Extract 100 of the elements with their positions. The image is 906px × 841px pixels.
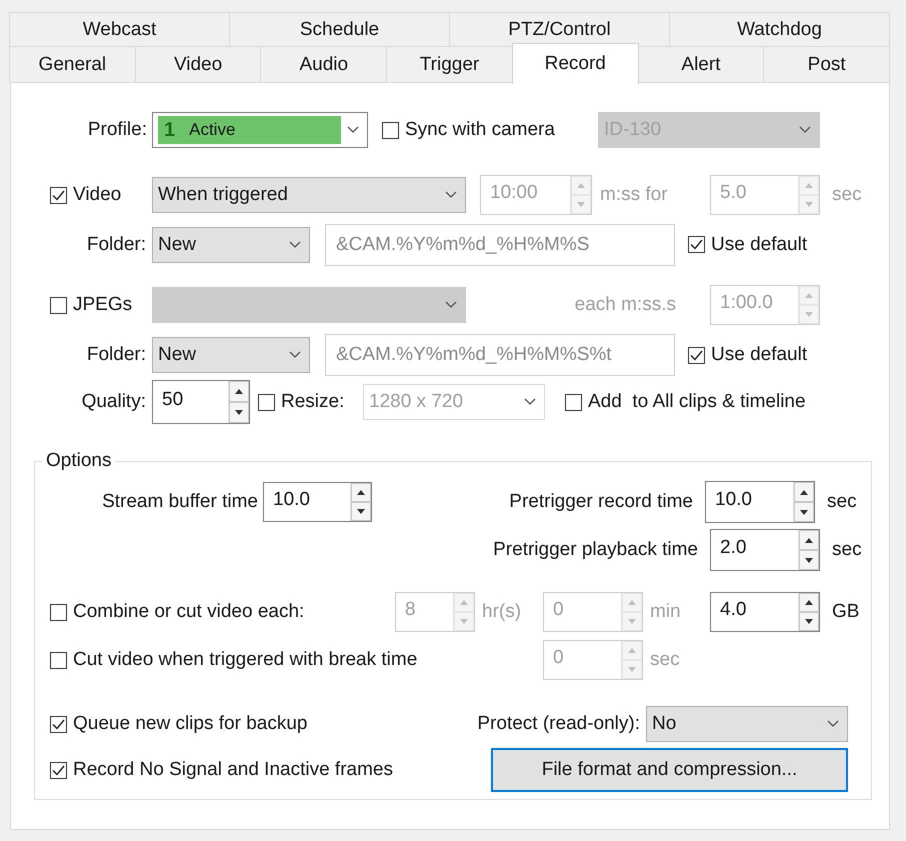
up-arrow-icon — [805, 293, 813, 298]
group-title: Options — [45, 450, 112, 472]
chevron-down-icon — [445, 191, 457, 199]
chevron-down-icon — [289, 351, 301, 359]
up-arrow-icon — [460, 600, 468, 605]
dropdown[interactable]: When triggered — [152, 177, 466, 213]
spin-down-button[interactable] — [799, 550, 819, 570]
checkbox[interactable] — [565, 394, 582, 410]
checkbox[interactable] — [50, 762, 67, 778]
check-icon — [52, 190, 65, 200]
down-arrow-icon — [805, 619, 813, 624]
dropdown[interactable]: No — [646, 706, 848, 742]
checkbox[interactable] — [688, 346, 705, 364]
up-arrow-icon — [628, 600, 636, 605]
spin-up-button[interactable] — [794, 482, 814, 502]
tab[interactable]: Post — [763, 46, 890, 82]
checkbox[interactable] — [50, 296, 67, 314]
field-label: sec — [650, 649, 680, 671]
profile-dropdown[interactable]: 1 Active — [152, 112, 368, 148]
up-arrow-icon — [235, 389, 243, 394]
checkbox-label[interactable]: Resize: — [281, 391, 344, 413]
up-arrow-icon — [805, 183, 813, 188]
down-arrow-icon — [805, 202, 813, 207]
checkbox[interactable] — [50, 652, 67, 668]
check-icon — [52, 718, 65, 730]
field-label: Stream buffer time — [102, 491, 258, 513]
spin-field[interactable]: 2.0 — [710, 529, 820, 571]
checkbox[interactable] — [688, 236, 705, 253]
dropdown[interactable]: New — [152, 337, 310, 373]
field-label: Profile: — [88, 119, 147, 141]
down-arrow-icon — [577, 202, 585, 207]
spin-field[interactable]: 50 — [152, 380, 250, 424]
checkbox[interactable] — [50, 604, 67, 620]
field-label: m:ss for — [600, 184, 668, 206]
checkbox-label[interactable]: Queue new clips for backup — [73, 713, 308, 735]
down-arrow-icon — [628, 619, 636, 624]
up-arrow-icon — [577, 183, 585, 188]
spin-down-button[interactable] — [799, 612, 819, 631]
checkbox[interactable] — [382, 122, 399, 138]
field-label: Folder: — [86, 234, 146, 256]
up-arrow-icon — [628, 648, 636, 653]
checkbox-label[interactable]: Record No Signal and Inactive frames — [73, 759, 393, 781]
spin-down-button[interactable] — [794, 502, 814, 522]
checkbox-label[interactable]: Sync with camera — [405, 119, 555, 141]
check-icon — [690, 239, 703, 250]
dropdown[interactable]: New — [152, 226, 310, 262]
checkbox-label[interactable]: Video — [73, 184, 122, 206]
up-arrow-icon — [805, 600, 813, 605]
field-label: Pretrigger playback time — [493, 539, 698, 561]
checkbox-label[interactable]: JPEGs — [73, 294, 132, 316]
spin-up-button[interactable] — [229, 381, 249, 402]
field-label: GB — [832, 601, 860, 623]
file-format-button[interactable]: File format and compression... — [491, 748, 848, 792]
tab[interactable]: Webcast — [9, 12, 230, 46]
tab[interactable]: Watchdog — [669, 12, 890, 46]
chevron-down-icon — [827, 720, 839, 728]
tab[interactable]: Record — [512, 43, 639, 84]
field-label: Protect (read-only): — [477, 713, 640, 735]
down-arrow-icon — [800, 510, 808, 514]
tab[interactable]: General — [9, 46, 136, 82]
field-label: each m:ss.s — [574, 294, 676, 316]
up-arrow-icon — [800, 490, 808, 494]
checkbox-label[interactable]: Combine or cut video each: — [73, 601, 304, 623]
checkbox-label[interactable]: Use default — [711, 344, 808, 366]
spin-up-button[interactable] — [351, 483, 371, 502]
checkbox[interactable] — [258, 394, 275, 410]
chevron-down-icon — [524, 398, 536, 406]
field-label: sec — [832, 539, 862, 561]
checkbox-label[interactable]: Add to All clips & timeline — [588, 391, 806, 413]
spin-down-button[interactable] — [229, 402, 249, 423]
chevron-down-icon — [347, 126, 359, 134]
spin-down-button[interactable] — [351, 502, 371, 521]
up-arrow-icon — [805, 538, 813, 542]
down-arrow-icon — [460, 619, 468, 624]
checkbox[interactable] — [50, 186, 67, 204]
check-icon — [690, 350, 703, 360]
spin-field[interactable]: 4.0 — [710, 592, 820, 632]
field-label: sec — [827, 491, 857, 513]
spin-field[interactable]: 10.0 — [263, 482, 372, 522]
field-label: hr(s) — [482, 601, 522, 623]
down-arrow-icon — [805, 312, 813, 317]
field-label: Folder: — [86, 344, 146, 366]
spin-up-button[interactable] — [799, 530, 819, 550]
checkbox-label[interactable]: Use default — [711, 234, 808, 256]
chevron-down-icon — [289, 240, 301, 248]
down-arrow-icon — [235, 410, 243, 415]
chevron-down-icon — [445, 301, 457, 309]
up-arrow-icon — [357, 490, 365, 495]
field-label: sec — [832, 184, 862, 206]
down-arrow-icon — [628, 667, 636, 672]
checkbox-label[interactable]: Cut video when triggered with break time — [73, 649, 418, 671]
field-label: Pretrigger record time — [509, 491, 693, 513]
check-icon — [52, 764, 65, 776]
down-arrow-icon — [357, 509, 365, 514]
spin-up-button[interactable] — [799, 593, 819, 612]
checkbox[interactable] — [50, 716, 67, 732]
down-arrow-icon — [805, 558, 813, 562]
field-label: Quality: — [82, 391, 146, 413]
field-label: min — [650, 601, 681, 623]
spin-field[interactable]: 10.0 — [705, 481, 815, 523]
